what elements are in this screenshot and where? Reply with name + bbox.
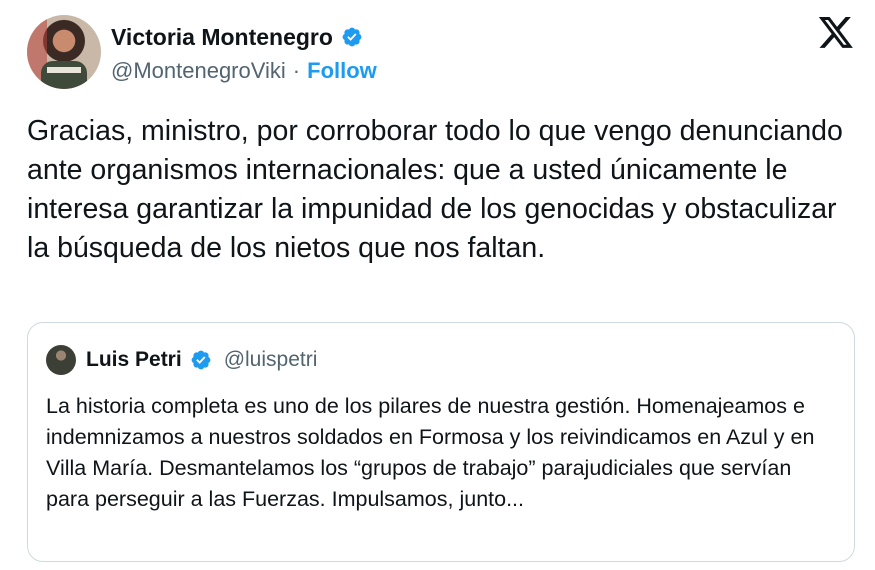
author-avatar[interactable] [27,15,101,89]
tweet-text: Gracias, ministro, por corroborar todo l… [27,115,843,264]
quoted-author-handle[interactable]: @luispetri [224,348,318,372]
avatar-shirt-print [47,67,81,73]
quoted-header: Luis Petri @luispetri [86,345,317,375]
tweet-card: Victoria Montenegro @MontenegroViki · Fo… [0,0,875,570]
follow-button[interactable]: Follow [307,58,377,84]
quoted-tweet-text: La historia completa es uno de los pilar… [46,394,815,511]
verified-badge-icon [342,27,362,47]
quoted-tweet[interactable]: Luis Petri @luispetri La historia comple… [27,322,855,562]
author-name-row: Victoria Montenegro [111,21,363,53]
author-handle-row: @MontenegroViki · Follow [111,58,377,84]
quoted-author-name[interactable]: Luis Petri [86,348,182,372]
separator-dot: · [292,58,301,83]
quoted-verified-badge-icon [191,350,211,370]
x-logo-icon[interactable] [817,17,855,51]
author-name[interactable]: Victoria Montenegro [111,24,333,51]
avatar-shirt [41,61,87,89]
author-handle[interactable]: @MontenegroViki [111,58,286,84]
quoted-author-avatar[interactable] [46,345,76,375]
